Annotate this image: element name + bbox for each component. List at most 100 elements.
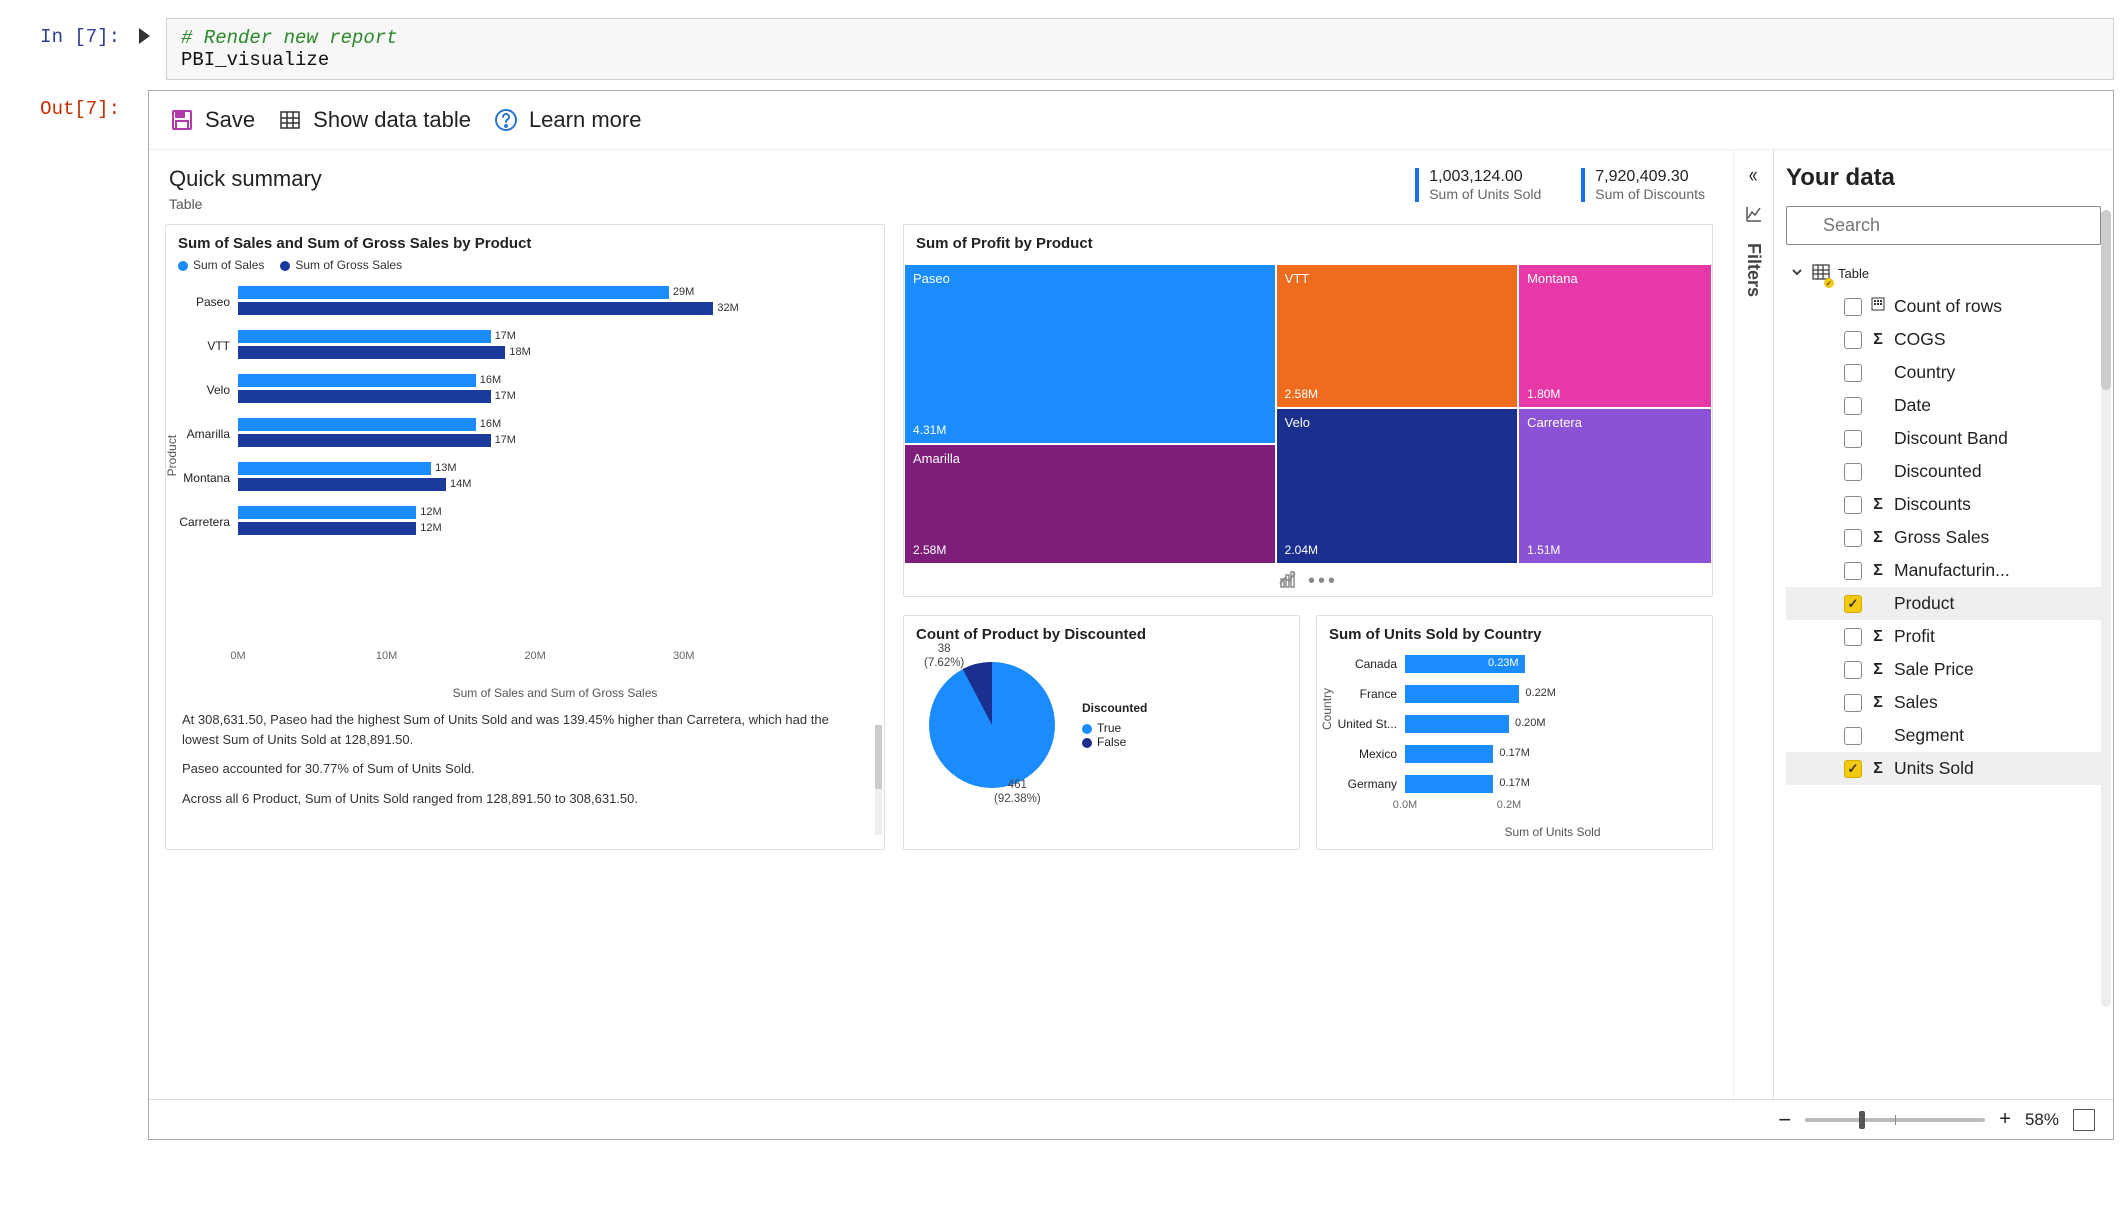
learn-more-button[interactable]: Learn more [493,107,642,133]
field-label: Units Sold [1894,758,1974,779]
filters-tab[interactable]: Filters [1743,243,1764,297]
field-row[interactable]: Σ Units Sold [1786,752,2101,785]
field-row[interactable]: Σ Gross Sales [1786,521,2101,554]
field-checkbox[interactable] [1844,364,1862,382]
field-checkbox[interactable] [1844,529,1862,547]
kpi: 1,003,124.00Sum of Units Sold [1415,168,1541,202]
visualizations-tab-icon[interactable] [1744,204,1764,227]
field-checkbox[interactable] [1844,430,1862,448]
field-row[interactable]: Country [1786,356,2101,389]
field-checkbox[interactable] [1844,694,1862,712]
collapse-panel-icon[interactable]: « [1749,162,1758,188]
field-label: Manufacturin... [1894,560,2010,581]
field-checkbox[interactable] [1844,595,1862,613]
fit-to-page-button[interactable] [2073,1109,2095,1131]
field-row[interactable]: Date [1786,389,2101,422]
sigma-icon: Σ [1870,562,1886,580]
show-data-table-button[interactable]: Show data table [277,107,471,133]
bar-row: France 0.22M [1329,679,1700,709]
chart-title: Sum of Units Sold by Country [1329,626,1700,643]
sigma-icon: Σ [1870,331,1886,349]
field-row[interactable]: Σ Manufacturin... [1786,554,2101,587]
fields-panel-title: Your data [1786,164,2101,192]
pie-legend: Discounted True False [1082,701,1147,749]
treemap-cell[interactable]: Paseo4.31M [904,264,1276,444]
field-row[interactable]: Segment [1786,719,2101,752]
field-checkbox[interactable] [1844,628,1862,646]
field-label: Gross Sales [1894,527,1989,548]
zoom-out-button[interactable]: − [1778,1107,1791,1133]
bar-row: Canada 0.23M [1329,649,1700,679]
sigma-icon: Σ [1870,529,1886,547]
tile-profit-treemap[interactable]: Sum of Profit by Product Paseo4.31MVTT2.… [903,224,1713,597]
field-checkbox[interactable] [1844,562,1862,580]
treemap-cell[interactable]: Velo2.04M [1276,408,1518,564]
field-row[interactable]: Discounted [1786,455,2101,488]
field-label: Profit [1894,626,1935,647]
field-checkbox[interactable] [1844,760,1862,778]
field-label: Discount Band [1894,428,2008,449]
chart-title: Count of Product by Discounted [916,626,1287,643]
bar-row: Mexico 0.17M [1329,739,1700,769]
y-axis-label: Country [1320,688,1334,730]
pie-slice-label-true: 461(92.38%) [994,779,1041,807]
field-checkbox[interactable] [1844,496,1862,514]
report-frame: Save Show data table Learn more Quic [148,90,2114,1140]
sigma-icon: Σ [1870,661,1886,679]
field-row[interactable]: Product [1786,587,2101,620]
zoom-in-button[interactable]: + [1999,1108,2011,1131]
help-icon [493,107,519,133]
bar-row: Carretera 12M 12M [178,500,872,544]
field-row[interactable]: ΣSales [1786,686,2101,719]
tile-sales-gross[interactable]: Sum of Sales and Sum of Gross Sales by P… [165,224,885,850]
insights-scrollbar-thumb[interactable] [875,725,882,789]
field-checkbox[interactable] [1844,727,1862,745]
field-checkbox[interactable] [1844,463,1862,481]
field-row[interactable]: ΣProfit [1786,620,2101,653]
field-row[interactable]: Σ Discounts [1786,488,2101,521]
zoom-slider[interactable] [1805,1118,1985,1122]
search-input[interactable] [1786,206,2101,245]
fields-scrollbar-thumb[interactable] [2101,210,2111,390]
bar-row: Montana 13M 14M [178,456,872,500]
side-tabs: « Filters [1733,150,1773,1099]
field-label: Discounts [1894,494,1971,515]
report-toolbar: Save Show data table Learn more [149,91,2113,150]
bar-row: VTT 17M 18M [178,324,872,368]
pie-chart [922,655,1062,795]
bar-row: United St... 0.20M [1329,709,1700,739]
chart-type-icon[interactable] [1278,570,1298,596]
chevron-down-icon [1790,265,1804,282]
field-label: Segment [1894,725,1964,746]
in-prompt: In [7]: [0,18,120,48]
field-row[interactable]: ΣSale Price [1786,653,2101,686]
save-button[interactable]: Save [169,107,255,133]
more-options-icon[interactable]: ••• [1308,570,1338,596]
out-prompt: Out[7]: [0,90,120,120]
output-cell: Out[7]: Save Show data table Learn more [0,90,2126,1140]
field-label: Date [1894,395,1931,416]
treemap-cell[interactable]: VTT2.58M [1276,264,1518,408]
sigma-icon: Σ [1870,760,1886,778]
field-row[interactable]: ΣCOGS [1786,323,2101,356]
kpi: 7,920,409.30Sum of Discounts [1581,168,1705,202]
sigma-icon: Σ [1870,496,1886,514]
chart-title: Sum of Profit by Product [904,225,1712,258]
field-row[interactable]: Count of rows [1786,290,2101,323]
field-row[interactable]: Discount Band [1786,422,2101,455]
bar-row: Paseo 29M 32M [178,280,872,324]
field-checkbox[interactable] [1844,397,1862,415]
code-input[interactable]: # Render new report PBI_visualize [166,18,2114,80]
field-label: Discounted [1894,461,1982,482]
field-checkbox[interactable] [1844,298,1862,316]
tile-units-by-country[interactable]: Sum of Units Sold by Country Country Can… [1316,615,1713,850]
treemap-cell[interactable]: Montana1.80M [1518,264,1712,408]
field-checkbox[interactable] [1844,331,1862,349]
field-checkbox[interactable] [1844,661,1862,679]
treemap-cell[interactable]: Carretera1.51M [1518,408,1712,564]
tile-pie-discounted[interactable]: Count of Product by Discounted 38(7. [903,615,1300,850]
tree-table-node[interactable]: ✓ Table [1786,257,2101,290]
run-cell-button[interactable] [130,18,156,54]
treemap-cell[interactable]: Amarilla2.58M [904,444,1276,564]
code-line: PBI_visualize [181,49,2099,71]
